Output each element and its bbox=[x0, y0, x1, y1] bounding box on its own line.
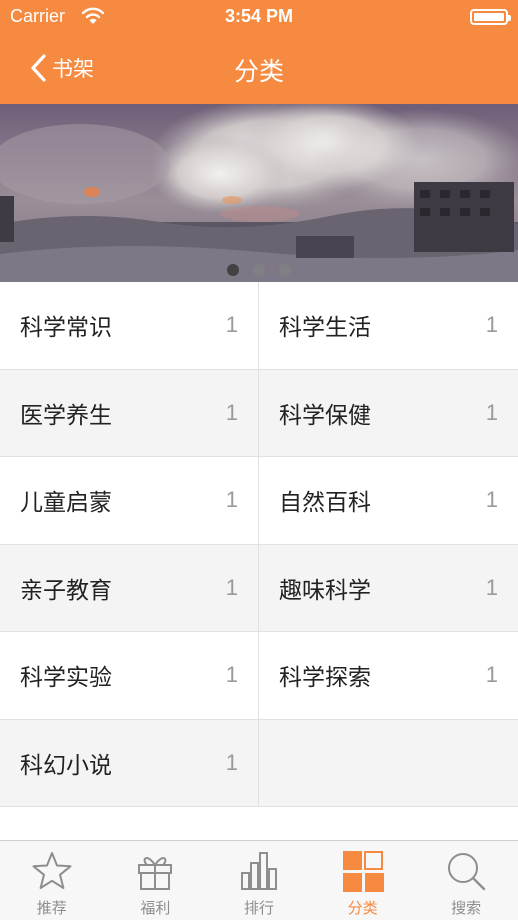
category-name: 医学养生 bbox=[20, 402, 112, 429]
page-dot[interactable] bbox=[279, 264, 291, 276]
category-count: 1 bbox=[225, 312, 238, 338]
category-cell[interactable]: 科学实验 1 bbox=[0, 632, 259, 719]
clock: 3:54 PM bbox=[224, 6, 294, 26]
category-grid: 科学常识 1 科学生活 1 医学养生 1 科学保健 1 儿童启蒙 1 自然百科 … bbox=[0, 282, 518, 807]
category-row: 科学实验 1 科学探索 1 bbox=[0, 632, 518, 720]
empty-cell bbox=[259, 720, 518, 807]
tab-label: 分类 bbox=[347, 899, 378, 917]
category-name: 趣味科学 bbox=[279, 577, 371, 604]
category-count: 1 bbox=[225, 487, 238, 513]
tab-ranking[interactable]: 排行 bbox=[207, 841, 311, 920]
tab-label: 福利 bbox=[140, 899, 171, 917]
banner-carousel[interactable] bbox=[0, 104, 518, 282]
category-cell[interactable]: 趣味科学 1 bbox=[259, 545, 518, 632]
category-row: 亲子教育 1 趣味科学 1 bbox=[0, 544, 518, 632]
bar-chart-icon bbox=[240, 852, 277, 890]
category-name: 亲子教育 bbox=[20, 577, 112, 604]
tab-bar: 推荐 福利 排行 分类 搜索 bbox=[0, 840, 518, 920]
category-count: 1 bbox=[225, 399, 238, 425]
tab-label: 搜索 bbox=[451, 899, 482, 917]
category-name: 科幻小说 bbox=[20, 752, 112, 779]
tab-welfare[interactable]: 福利 bbox=[104, 841, 208, 920]
category-row: 科学常识 1 科学生活 1 bbox=[0, 282, 518, 370]
category-cell[interactable]: 自然百科 1 bbox=[259, 457, 518, 544]
gift-icon bbox=[138, 857, 173, 890]
category-name: 儿童启蒙 bbox=[20, 490, 112, 517]
category-count: 1 bbox=[225, 749, 238, 775]
category-name: 科学探索 bbox=[279, 665, 371, 692]
category-count: 1 bbox=[485, 487, 498, 513]
tab-search[interactable]: 搜索 bbox=[414, 841, 518, 920]
page-dot[interactable] bbox=[253, 264, 265, 276]
tab-label: 排行 bbox=[243, 899, 274, 917]
tab-recommend[interactable]: 推荐 bbox=[0, 841, 104, 920]
category-cell[interactable]: 儿童启蒙 1 bbox=[0, 457, 259, 544]
category-cell[interactable]: 科幻小说 1 bbox=[0, 719, 259, 806]
category-count: 1 bbox=[485, 399, 498, 425]
page-title: 分类 bbox=[233, 57, 284, 86]
category-name: 科学保健 bbox=[279, 402, 371, 429]
top-bar: Carrier 3:54 PM 书架 分类 bbox=[0, 0, 518, 104]
search-icon bbox=[448, 853, 486, 891]
category-cell[interactable]: 医学养生 1 bbox=[0, 369, 259, 456]
category-name: 科学实验 bbox=[20, 665, 112, 692]
category-cell[interactable]: 科学探索 1 bbox=[259, 632, 518, 719]
category-cell[interactable]: 科学保健 1 bbox=[259, 370, 518, 457]
category-count: 1 bbox=[485, 574, 498, 600]
category-name: 科学常识 bbox=[20, 315, 112, 342]
banner-image bbox=[0, 104, 518, 282]
category-count: 1 bbox=[225, 574, 238, 600]
category-cell[interactable]: 亲子教育 1 bbox=[0, 544, 259, 631]
battery-icon bbox=[470, 9, 511, 25]
status-bar: Carrier 3:54 PM bbox=[0, 0, 518, 36]
page-indicator[interactable] bbox=[0, 264, 518, 276]
grid-icon bbox=[342, 851, 384, 892]
category-cell[interactable]: 科学生活 1 bbox=[259, 282, 518, 369]
star-icon bbox=[32, 852, 72, 889]
category-row: 儿童启蒙 1 自然百科 1 bbox=[0, 457, 518, 545]
category-row: 科幻小说 1 bbox=[0, 719, 518, 807]
category-cell[interactable]: 科学常识 1 bbox=[0, 282, 259, 369]
page-dot[interactable] bbox=[227, 264, 239, 276]
category-name: 自然百科 bbox=[279, 490, 371, 517]
category-count: 1 bbox=[225, 662, 238, 688]
tab-category[interactable]: 分类 bbox=[311, 841, 415, 920]
category-row: 医学养生 1 科学保健 1 bbox=[0, 369, 518, 457]
category-count: 1 bbox=[485, 312, 498, 338]
category-name: 科学生活 bbox=[279, 315, 371, 342]
category-count: 1 bbox=[485, 662, 498, 688]
tab-label: 推荐 bbox=[36, 899, 67, 917]
